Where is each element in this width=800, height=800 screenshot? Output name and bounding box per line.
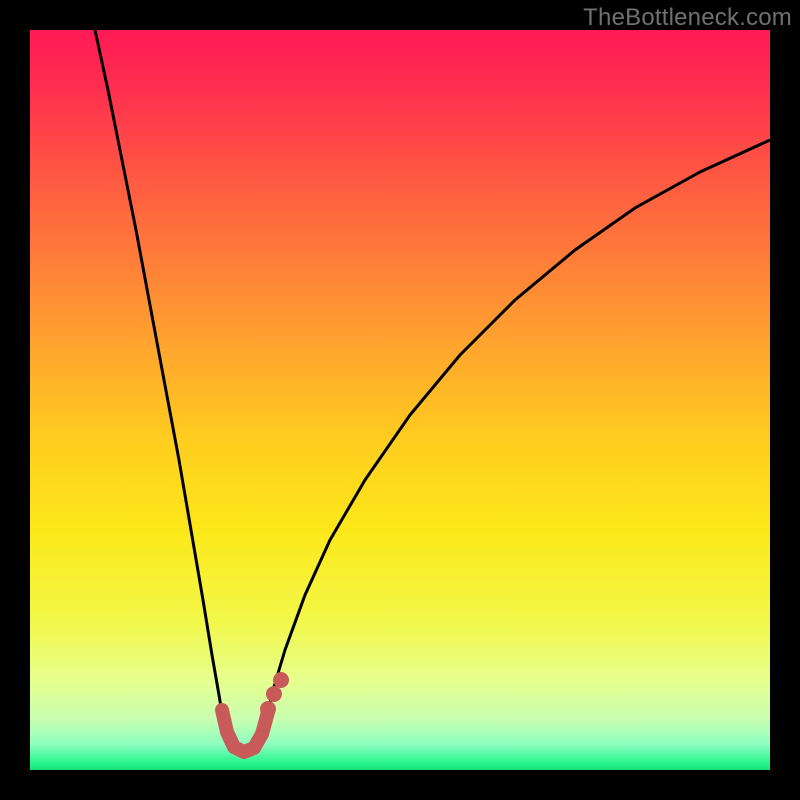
right-branch xyxy=(265,140,770,725)
valley-highlight xyxy=(222,710,268,752)
curve-layer xyxy=(30,30,770,770)
valley-dots-point xyxy=(260,701,276,717)
plot-area xyxy=(30,30,770,770)
left-branch xyxy=(95,30,224,725)
valley-dots-point xyxy=(266,686,282,702)
valley-dots-point xyxy=(273,672,289,688)
chart-frame: TheBottleneck.com xyxy=(0,0,800,800)
watermark-text: TheBottleneck.com xyxy=(583,4,792,32)
